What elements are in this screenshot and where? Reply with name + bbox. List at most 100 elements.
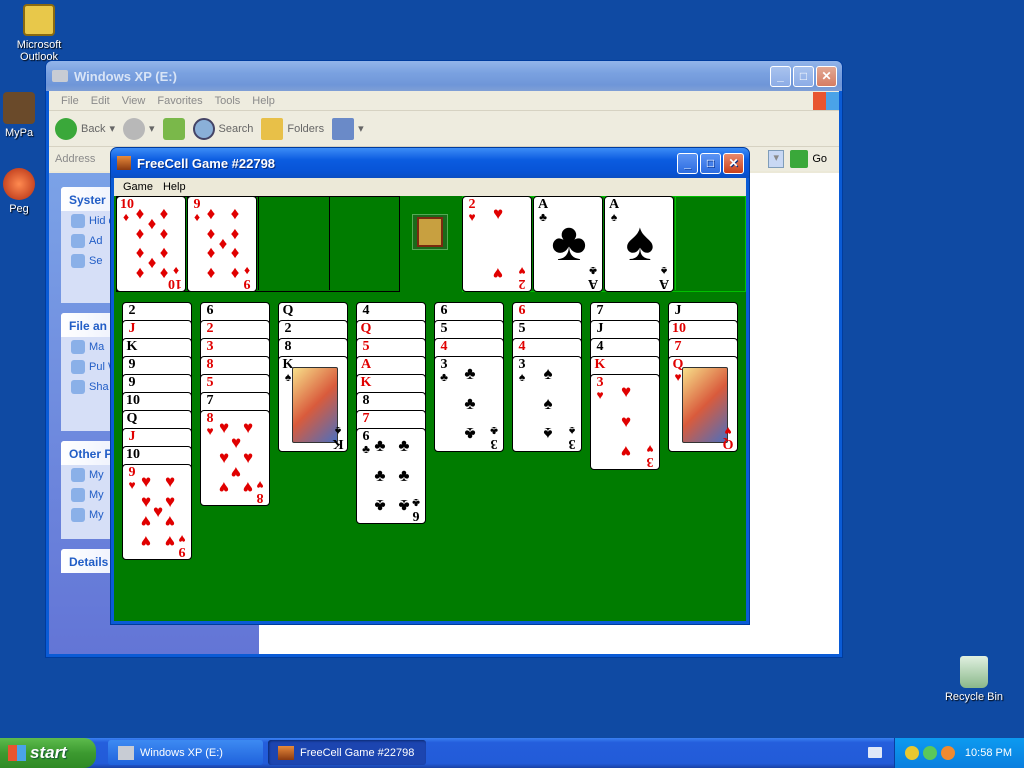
menu-edit[interactable]: Edit — [85, 95, 116, 107]
security-shield-icon[interactable] — [904, 746, 919, 760]
network-icon[interactable] — [922, 746, 937, 760]
game-board[interactable]: 10 ♦ ♦ ♦ ♦ ♦ ♦ ♦ ♦ ♦ ♦ ♦ 10 ♦ 9 ♦ ♦ ♦ ♦ ♦ ♦ ♦ ♦ ♦ ♦ 9 ♦ 2 ♥ ♥ ♥ 2 ♥ A ♣ ♣ A ♣… — [114, 196, 746, 621]
card-suit: ♠ — [568, 424, 576, 438]
suit-pip: ♦ — [206, 244, 216, 263]
menu-game[interactable]: Game — [118, 181, 158, 193]
address-label: Address — [55, 153, 96, 165]
playing-card[interactable]: A ♣ ♣ A ♣ — [533, 196, 603, 292]
close-button[interactable]: ✕ — [816, 65, 837, 87]
freecell-menubar: Game Help — [114, 178, 746, 196]
card-suit: ♠ — [518, 370, 526, 384]
card-rank: 9 — [243, 276, 251, 291]
taskbar-button-explorer[interactable]: Windows XP (E:) — [108, 740, 263, 765]
keyboard-icon[interactable] — [868, 747, 882, 758]
task-label: Ma — [89, 341, 105, 353]
freecell-app-icon — [278, 745, 294, 760]
playing-card[interactable]: 3 ♣ ♣ ♣ ♣ 3 ♣ — [434, 356, 504, 452]
task-icon — [71, 340, 85, 354]
suit-pip: ♥ — [620, 442, 632, 461]
folders-icon — [261, 117, 284, 140]
playing-card[interactable]: 2 ♥ ♥ ♥ 2 ♥ — [462, 196, 532, 292]
maximize-button[interactable]: □ — [793, 65, 814, 87]
minimize-button[interactable]: _ — [770, 65, 791, 87]
playing-card[interactable]: 3 ♠ ♠ ♠ ♠ 3 ♠ — [512, 356, 582, 452]
cell-divider — [329, 196, 330, 290]
playing-card[interactable]: 8 ♥ ♥ ♥ ♥ ♥ ♥ ♥ ♥ ♥ 8 ♥ — [200, 410, 270, 506]
address-dropdown[interactable]: ▾ — [768, 150, 785, 168]
windows-flag-icon — [8, 745, 26, 761]
maximize-icon: □ — [799, 69, 808, 83]
back-button[interactable]: Back ▾ — [55, 117, 115, 140]
task-label: Sha — [89, 381, 109, 393]
desktop-icon-outlook[interactable]: Microsoft Outlook — [2, 4, 76, 63]
maximize-button[interactable]: □ — [700, 152, 721, 174]
cell-divider — [258, 196, 259, 290]
close-button[interactable]: ✕ — [723, 152, 744, 174]
suit-pip: ♣ — [398, 466, 410, 485]
chevron-down-icon: ▾ — [149, 123, 155, 135]
card-suit: ♣ — [589, 264, 597, 278]
menu-help[interactable]: Help — [158, 181, 191, 193]
freecell-titlebar[interactable]: FreeCell Game #22798 _ □ ✕ — [111, 148, 749, 178]
playing-card[interactable]: 3 ♥ ♥ ♥ ♥ 3 ♥ — [590, 374, 660, 470]
forward-button[interactable]: ▾ — [123, 117, 155, 140]
playing-card[interactable]: 6 ♣ ♣ ♣ ♣ ♣ ♣ ♣ 6 ♣ — [356, 428, 426, 524]
task-icon — [71, 254, 85, 268]
card-index: 3 ♥ — [594, 376, 606, 402]
menu-help[interactable]: Help — [246, 95, 281, 107]
outlook-icon — [23, 4, 55, 36]
task-icon — [71, 234, 85, 248]
menu-favorites[interactable]: Favorites — [151, 95, 208, 107]
card-rank: 8 — [256, 490, 264, 505]
suit-pip: ♦ — [230, 244, 240, 263]
card-index-bottom: 3 ♠ — [566, 424, 578, 451]
card-index-bottom: K ♠ — [332, 424, 344, 451]
search-button[interactable]: Search — [192, 117, 253, 140]
go-button[interactable]: Go — [790, 150, 827, 168]
up-folder-icon[interactable] — [162, 117, 185, 140]
suit-pip: ♣ — [464, 394, 476, 413]
desktop-icon-label: Microsoft — [16, 39, 62, 51]
place-icon — [71, 508, 85, 522]
suit-pip: ♥ — [492, 204, 504, 223]
playing-card[interactable]: A ♠ ♠ A ♠ — [604, 196, 674, 292]
card-rank: A — [658, 276, 670, 291]
task-label: Ad — [89, 235, 103, 247]
minimize-button[interactable]: _ — [677, 152, 698, 174]
back-label: Back — [81, 122, 106, 135]
card-index-bottom: 9 ♥ — [176, 532, 188, 559]
folders-button[interactable]: Folders — [261, 117, 324, 140]
suit-pip: ♦ — [135, 224, 145, 243]
freecell-window[interactable]: FreeCell Game #22798 _ □ ✕ Game Help 10 ♦… — [110, 147, 750, 625]
card-suit: ♦ — [172, 264, 180, 278]
taskbar-button-freecell[interactable]: FreeCell Game #22798 — [268, 740, 426, 765]
back-arrow-icon — [55, 117, 77, 140]
suit-pip: ♥ — [218, 478, 230, 497]
taskbar: start Windows XP (E:) FreeCell Game #227… — [0, 738, 1024, 768]
explorer-titlebar[interactable]: Windows XP (E:) _ □ ✕ — [46, 61, 842, 91]
views-button[interactable]: ▾ — [332, 117, 364, 140]
mypa-icon — [3, 92, 35, 124]
playing-card[interactable]: Q ♥ Q ♥ — [668, 356, 738, 452]
playing-card[interactable]: 9 ♥ ♥ ♥ ♥ ♥ ♥ ♥ ♥ ♥ ♥ 9 ♥ — [122, 464, 192, 560]
freecell-app-icon — [117, 156, 131, 170]
card-index-bottom: 9 ♦ — [241, 264, 253, 291]
explorer-toolbar: Back ▾ ▾ Search Folders ▾ — [49, 111, 839, 147]
menu-tools[interactable]: Tools — [209, 95, 247, 107]
go-arrow-icon — [790, 150, 809, 168]
menu-file[interactable]: File — [55, 95, 85, 107]
place-icon — [71, 488, 85, 502]
suit-pip: ♠ — [543, 394, 553, 413]
card-suit: ♣ — [412, 496, 420, 510]
desktop-icon-recycle-bin[interactable]: Recycle Bin — [937, 656, 1011, 703]
playing-card[interactable]: K ♠ K ♠ — [278, 356, 348, 452]
card-suit: ♥ — [518, 264, 526, 278]
clock: 10:58 PM — [964, 747, 1012, 759]
suit-pip: ♦ — [159, 224, 169, 243]
playing-card[interactable]: 9 ♦ ♦ ♦ ♦ ♦ ♦ ♦ ♦ ♦ ♦ 9 ♦ — [187, 196, 257, 292]
recycle-bin-icon — [960, 656, 988, 688]
menu-view[interactable]: View — [116, 95, 152, 107]
playing-card[interactable]: 10 ♦ ♦ ♦ ♦ ♦ ♦ ♦ ♦ ♦ ♦ ♦ 10 ♦ — [116, 196, 186, 292]
start-button[interactable]: start — [0, 738, 96, 768]
search-icon[interactable] — [940, 746, 955, 760]
